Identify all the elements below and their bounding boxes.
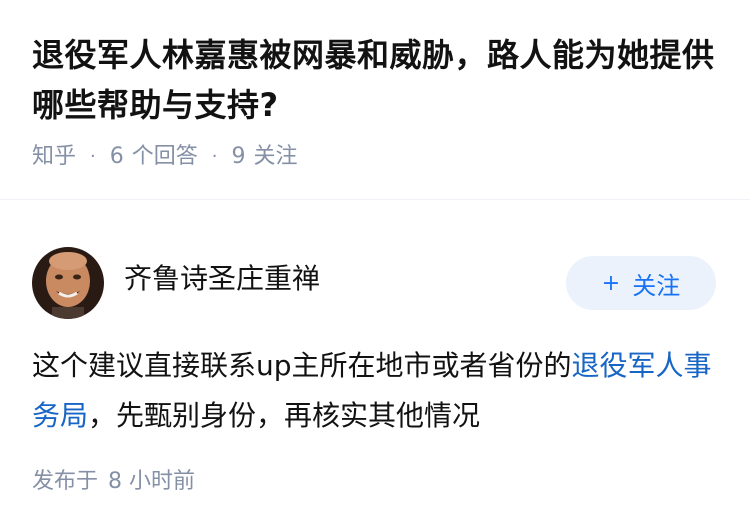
question-meta: 知乎 · 6 个回答 · 9 关注 xyxy=(32,142,718,172)
meta-separator: · xyxy=(90,146,96,167)
avatar[interactable] xyxy=(32,247,104,319)
meta-separator: · xyxy=(211,146,218,167)
avatar-image xyxy=(32,247,104,319)
plus-icon: + xyxy=(601,270,621,296)
published-time: 8 小时前 xyxy=(108,469,196,494)
answer-publish-time: 发布于 8 小时前 xyxy=(32,467,718,497)
question-header: 退役军人林嘉惠被网暴和威胁，路人能为她提供哪些帮助与支持? 知乎 · 6 个回答… xyxy=(0,0,750,200)
answer-text-part: ，先甄别身份，再核实其他情况 xyxy=(88,399,481,432)
published-label: 发布于 xyxy=(32,469,99,494)
question-title[interactable]: 退役军人林嘉惠被网暴和威胁，路人能为她提供哪些帮助与支持? xyxy=(32,30,718,130)
source-label: 知乎 xyxy=(32,144,77,169)
follow-button[interactable]: + 关注 xyxy=(566,256,716,310)
follow-button-label: 关注 xyxy=(632,271,681,300)
follow-count-label: 关注 xyxy=(253,144,298,169)
follow-count: 9 xyxy=(231,144,246,169)
zhihu-question-page: 退役军人林嘉惠被网暴和威胁，路人能为她提供哪些帮助与支持? 知乎 · 6 个回答… xyxy=(0,0,750,532)
answer-count-label: 个回答 xyxy=(131,144,198,169)
answer-content: 这个建议直接联系up主所在地市或者省份的退役军人事务局，先甄别身份，再核实其他情… xyxy=(32,341,718,441)
author-name[interactable]: 齐鲁诗圣庄重禅 xyxy=(124,257,566,297)
answer-card: 齐鲁诗圣庄重禅 + 关注 这个建议直接联系up主所在地市或者省份的退役军人事务局… xyxy=(0,200,750,497)
author-row: 齐鲁诗圣庄重禅 + 关注 xyxy=(32,233,718,333)
answer-count: 6 xyxy=(109,144,124,169)
answer-text-part: 这个建议直接联系up主所在地市或者省份的 xyxy=(32,349,572,382)
